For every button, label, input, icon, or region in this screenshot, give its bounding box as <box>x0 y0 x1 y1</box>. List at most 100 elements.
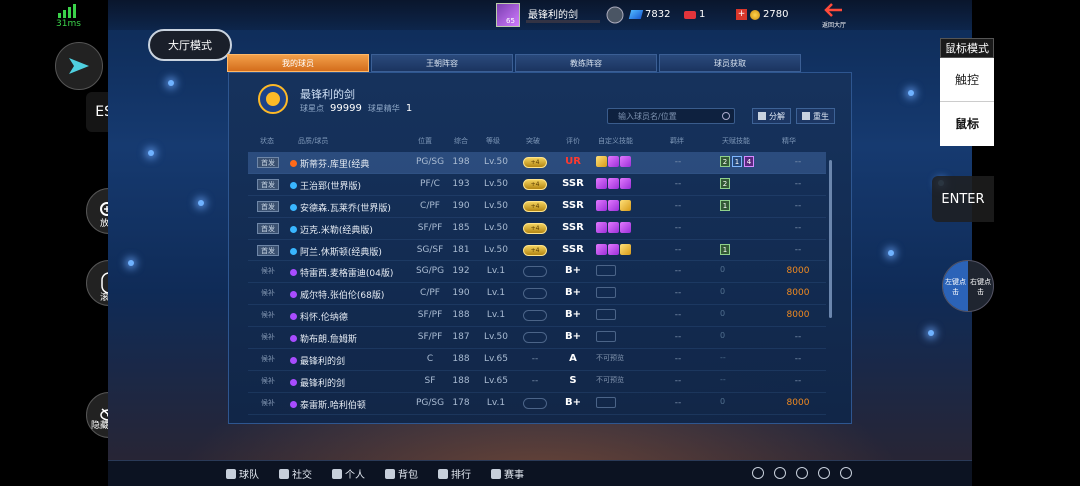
mouse-click-control[interactable]: 左键点击 右键点击 <box>942 260 994 312</box>
exp-bar <box>526 20 600 23</box>
nav-bag[interactable]: 背包 <box>385 466 418 481</box>
level-cell: Lv.65 <box>484 354 508 365</box>
settings-icon[interactable] <box>796 467 808 479</box>
bond-cell: -- <box>674 178 682 189</box>
nav-team[interactable]: 球队 <box>226 466 259 481</box>
skill-icon[interactable] <box>620 156 631 167</box>
skill-icon[interactable] <box>596 177 607 189</box>
table-row[interactable]: 候补 泰雷斯.哈利伯顿 PG/SG 178 Lv.1 B+ -- 0 8000 <box>248 393 826 415</box>
level-cell: Lv.50 <box>484 157 508 167</box>
tab-coach[interactable]: 教练阵容 <box>515 54 657 72</box>
talent-value: 0 <box>720 309 726 319</box>
custom-skills-cell <box>596 309 616 321</box>
headset-icon[interactable] <box>752 467 764 479</box>
profile-icon <box>332 468 342 479</box>
grade-cell: SSR <box>562 221 584 233</box>
table-row[interactable]: 候补 最锋利的剑 C 188 Lv.65 -- A 不可预览 -- -- -- <box>248 349 826 371</box>
table-row[interactable]: 候补 威尔特.张伯伦(68版) C/PF 190 Lv.1 B+ -- 0 8000 <box>248 283 826 306</box>
skill-icon[interactable] <box>596 243 607 255</box>
right-click-button[interactable]: 右键点击 <box>968 261 993 311</box>
essence-cost-cell: -- <box>794 354 802 365</box>
return-lobby-button[interactable]: 返回大厅 <box>818 2 850 30</box>
team-stats: 球星点 99999 球星精华 1 <box>300 103 412 114</box>
tab-dynasty[interactable]: 王朝阵容 <box>371 54 513 72</box>
talent-cell: 0 <box>720 309 725 318</box>
table-scrollbar[interactable] <box>829 160 832 318</box>
skill-icon[interactable] <box>596 199 607 211</box>
nav-events[interactable]: 赛事 <box>491 466 524 481</box>
send-button[interactable] <box>55 42 103 90</box>
search-icon[interactable] <box>722 112 730 120</box>
grade-cell: UR <box>565 156 581 167</box>
custom-skills-cell <box>596 199 631 211</box>
skill-icon[interactable] <box>608 156 619 167</box>
table-row[interactable]: 首发 阿兰.休斯顿(经典版) SG/SF 181 Lv.50 +4 SSR -- 1 -- <box>248 240 826 262</box>
exit-icon[interactable] <box>840 467 852 479</box>
skill-icon[interactable] <box>596 156 607 167</box>
custom-skills-cell <box>596 156 631 167</box>
skill-icon[interactable] <box>596 221 607 233</box>
add-coins-button[interactable]: + <box>736 9 747 20</box>
skill-icon[interactable] <box>608 177 619 189</box>
player-search-input[interactable]: 输入球员名/位置 <box>607 108 735 124</box>
decompose-button[interactable]: 分解 <box>752 108 791 124</box>
mouse-mode-title: 鼠标模式 <box>940 38 994 58</box>
grade-cell: SSR <box>562 177 584 189</box>
essence-cost-cell: -- <box>794 332 802 343</box>
nav-profile[interactable]: 个人 <box>332 466 365 481</box>
skill-icon[interactable] <box>608 243 619 255</box>
points-value: 99999 <box>330 103 362 114</box>
table-row[interactable]: 首发 王治郅(世界版) PF/C 193 Lv.50 +4 SSR -- 2 -- <box>248 174 826 196</box>
position-cell: SF <box>424 375 436 386</box>
diamond-icon <box>628 10 644 19</box>
skill-icon[interactable] <box>620 177 631 189</box>
breakthrough-none: -- <box>531 354 539 365</box>
music-icon[interactable] <box>774 467 786 479</box>
enter-key[interactable]: ENTER <box>932 176 994 222</box>
table-row[interactable]: 候补 最锋利的剑 SF 188 Lv.65 -- S 不可预览 -- -- -- <box>248 371 826 393</box>
coin-icon <box>750 9 760 20</box>
table-row[interactable]: 首发 迈克.米勒(经典版) SF/PF 185 Lv.50 +4 SSR -- -- <box>248 218 826 240</box>
quality-dot-icon <box>290 335 297 343</box>
skill-icon[interactable] <box>620 199 631 211</box>
status-badge: 候补 <box>261 333 275 342</box>
skill-icon[interactable] <box>620 243 631 255</box>
position-cell: PF/C <box>420 178 440 189</box>
nav-social[interactable]: 社交 <box>279 466 312 481</box>
vip-badge <box>606 6 624 24</box>
table-row[interactable]: 首发 斯蒂芬.库里(经典 PG/SG 198 Lv.50 +4 UR -- 2 1 4 -- <box>248 152 826 174</box>
tab-acquire[interactable]: 球员获取 <box>659 54 801 72</box>
bond-cell: -- <box>674 288 682 299</box>
essence-cost-cell: 8000 <box>786 397 810 408</box>
talent-cell: 0 <box>720 397 725 406</box>
table-row[interactable]: 候补 勒布朗.詹姆斯 SF/PF 187 Lv.50 B+ -- 0 -- <box>248 327 826 350</box>
level-cell: Lv.65 <box>484 375 508 386</box>
breakthrough-slot <box>523 310 547 322</box>
talent-cell: 0 <box>720 265 725 274</box>
skill-icon[interactable] <box>608 221 619 233</box>
table-row[interactable]: 候补 科怀.伦纳德 SF/PF 188 Lv.1 B+ -- 0 8000 <box>248 305 826 328</box>
essence-cost-cell: -- <box>794 200 802 211</box>
tickets: 1 <box>684 9 705 20</box>
status-badge: 首发 <box>257 178 279 190</box>
overall-cell: 192 <box>452 266 470 277</box>
table-row[interactable]: 首发 安德森.瓦莱乔(世界版) C/PF 190 Lv.50 +4 SSR -- 1 -- <box>248 196 826 218</box>
help-icon[interactable] <box>818 467 830 479</box>
skill-icon[interactable] <box>608 199 619 211</box>
rebirth-button[interactable]: 重生 <box>796 108 835 124</box>
table-row[interactable]: 候补 特雷西.麦格雷迪(04版) SG/PG 192 Lv.1 B+ -- 0 8000 <box>248 261 826 284</box>
tab-my-players[interactable]: 我的球员 <box>227 54 369 72</box>
essence-cost-cell: -- <box>794 157 802 167</box>
talent-value: -- <box>720 353 726 363</box>
mouse-mode-button[interactable]: 鼠标 <box>940 102 994 146</box>
lobby-mode-button[interactable]: 大厅模式 <box>148 29 232 61</box>
talent-cell: 1 <box>720 199 730 211</box>
player-name-text: 最锋利的剑 <box>300 357 346 368</box>
status-badge: 候补 <box>261 355 275 364</box>
nav-ranking[interactable]: 排行 <box>438 466 471 481</box>
touch-mode-button[interactable]: 触控 <box>940 58 994 102</box>
talent-cell: 2 <box>720 177 730 189</box>
talent-value: -- <box>720 374 726 384</box>
level-cell: Lv.1 <box>486 310 506 321</box>
skill-icon[interactable] <box>620 221 631 233</box>
